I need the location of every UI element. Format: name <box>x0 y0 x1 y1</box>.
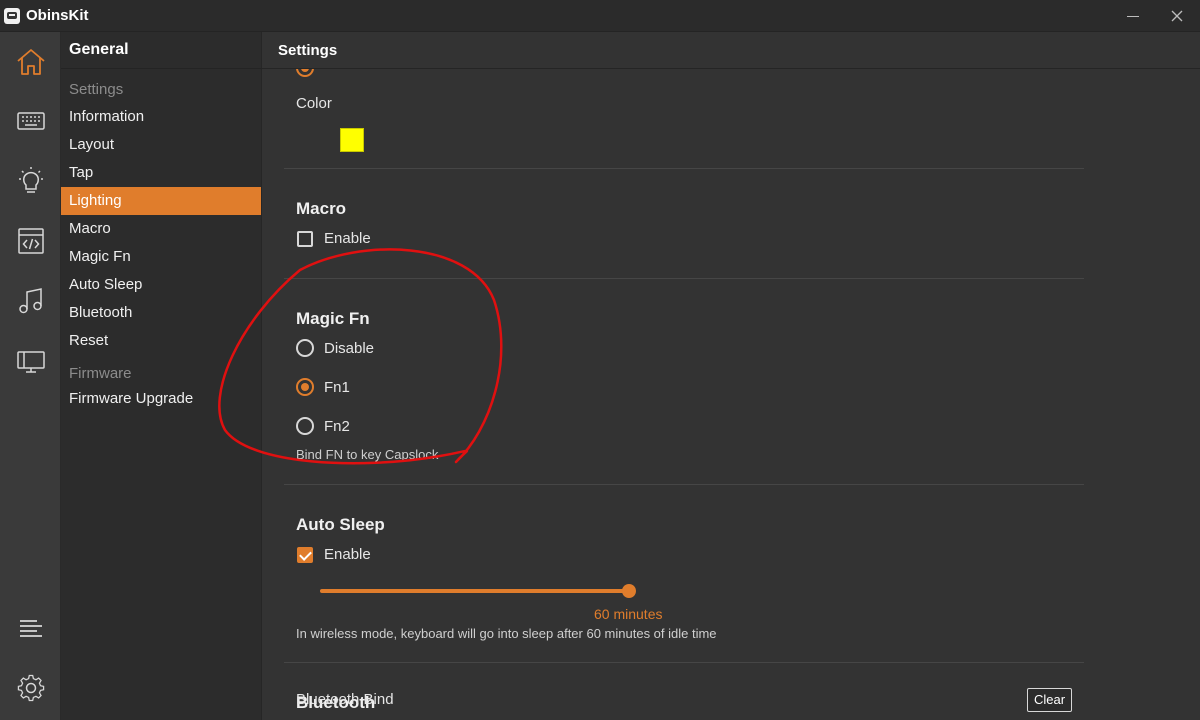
auto-sleep-hint: In wireless mode, keyboard will go into … <box>296 626 717 641</box>
nav-item-magic-fn[interactable]: Magic Fn <box>61 243 261 271</box>
macro-enable-checkbox[interactable] <box>297 231 313 247</box>
section-divider <box>284 484 1084 485</box>
rail-keyboard[interactable] <box>0 93 61 149</box>
close-button[interactable] <box>1154 0 1200 32</box>
app-logo-icon <box>4 8 20 24</box>
rail-log[interactable] <box>0 601 61 657</box>
nav-group-firmware: Firmware <box>69 365 132 382</box>
rail-settings[interactable] <box>0 660 61 716</box>
keyboard-icon <box>16 112 45 130</box>
minimize-button[interactable] <box>1110 0 1156 32</box>
sleep-slider-thumb[interactable] <box>622 584 636 598</box>
nav-item-reset[interactable]: Reset <box>61 327 261 355</box>
magic-fn-disable-label[interactable]: Disable <box>324 340 374 357</box>
color-label: Color <box>296 95 332 112</box>
nav-heading: General <box>69 41 129 58</box>
lightbulb-icon <box>18 167 43 193</box>
rail-display[interactable] <box>0 333 61 389</box>
nav-item-macro[interactable]: Macro <box>61 215 261 243</box>
app-title: ObinsKit <box>26 7 89 24</box>
title-bar: ObinsKit <box>0 0 1200 32</box>
nav-item-layout[interactable]: Layout <box>61 131 261 159</box>
section-divider <box>284 662 1084 663</box>
nav-item-firmware-upgrade[interactable]: Firmware Upgrade <box>61 385 261 413</box>
close-icon <box>1171 10 1183 22</box>
macro-enable-label[interactable]: Enable <box>324 230 371 247</box>
nav-item-bluetooth[interactable]: Bluetooth <box>61 299 261 327</box>
magic-fn-hint: Bind FN to key Capslock <box>296 447 439 462</box>
nav-divider <box>61 68 262 69</box>
music-icon <box>18 288 42 314</box>
magic-fn-fn1-radio[interactable] <box>296 378 314 396</box>
magic-fn-fn2-radio[interactable] <box>296 417 314 435</box>
code-icon <box>17 228 44 254</box>
settings-scroll-area[interactable]: Color Macro Enable Magic Fn Disable Fn1 … <box>262 59 1200 720</box>
magic-fn-title: Magic Fn <box>296 309 370 328</box>
rail-macro[interactable] <box>0 213 61 269</box>
color-swatch[interactable] <box>340 128 364 152</box>
main-panel: Settings Color Macro Enable Magic Fn Dis… <box>262 32 1200 720</box>
menu-lines-icon <box>19 620 42 637</box>
auto-sleep-title: Auto Sleep <box>296 515 385 534</box>
nav-item-tap[interactable]: Tap <box>61 159 261 187</box>
section-divider <box>284 168 1084 169</box>
bluetooth-clear-button[interactable]: Clear <box>1027 688 1072 712</box>
magic-fn-fn1-label[interactable]: Fn1 <box>324 379 350 396</box>
section-divider <box>284 278 1084 279</box>
magic-fn-fn2-label[interactable]: Fn2 <box>324 418 350 435</box>
monitor-icon <box>16 351 45 373</box>
auto-sleep-enable-label[interactable]: Enable <box>324 546 371 563</box>
auto-sleep-enable-checkbox[interactable] <box>297 547 313 563</box>
minimize-icon <box>1127 15 1139 17</box>
nav-group-settings: Settings <box>69 81 124 98</box>
rail-music[interactable] <box>0 273 61 329</box>
home-icon <box>16 49 45 75</box>
bluetooth-bind-label: Bluetooth Bind <box>296 691 394 708</box>
nav-item-lighting[interactable]: Lighting <box>61 187 261 215</box>
magic-fn-disable-radio[interactable] <box>296 339 314 357</box>
main-header: Settings <box>262 32 1200 69</box>
rail-home[interactable] <box>0 34 61 90</box>
gear-icon <box>17 674 44 702</box>
icon-rail <box>0 32 61 720</box>
page-title: Settings <box>278 42 338 59</box>
nav-item-auto-sleep[interactable]: Auto Sleep <box>61 271 261 299</box>
sleep-slider-track[interactable] <box>320 589 630 593</box>
rail-lighting[interactable] <box>0 153 61 209</box>
nav-item-information[interactable]: Information <box>61 103 261 131</box>
nav-panel: General Settings Information Layout Tap … <box>61 32 262 720</box>
sleep-slider-value: 60 minutes <box>594 606 663 622</box>
macro-title: Macro <box>296 199 347 218</box>
